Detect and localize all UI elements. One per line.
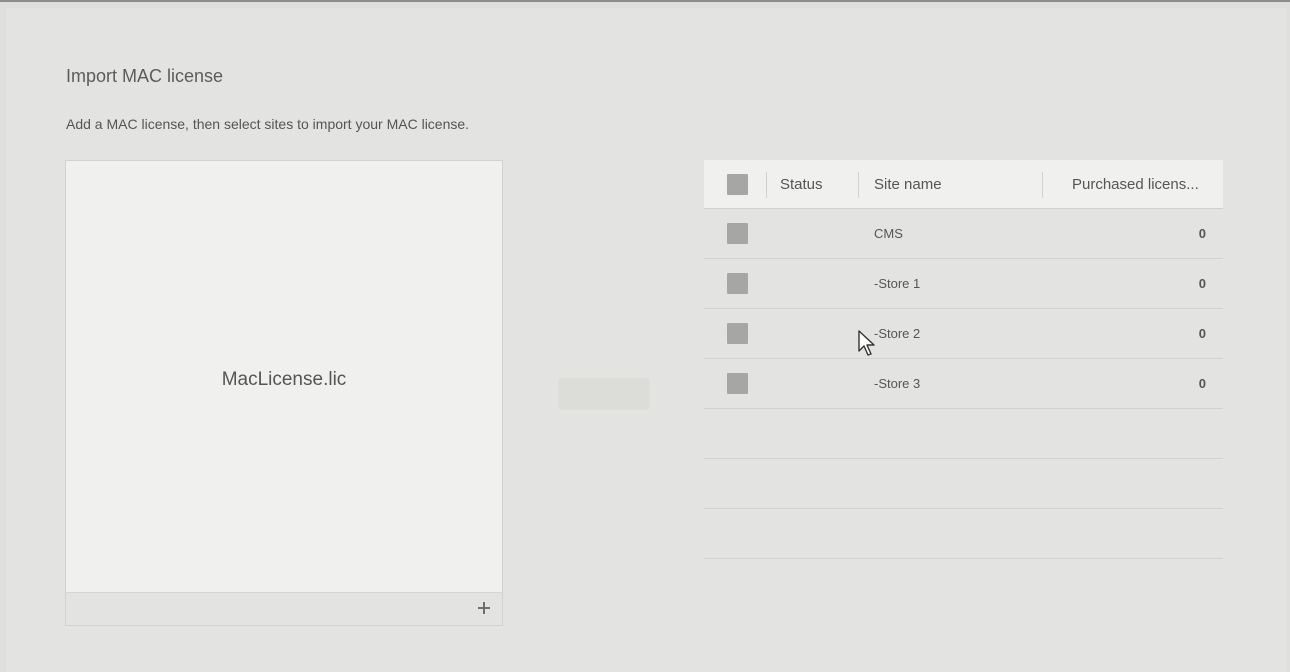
row-checkbox[interactable]	[727, 373, 748, 394]
site-name-cell: -Store 3	[874, 376, 921, 391]
column-header-status[interactable]: Status	[780, 160, 823, 208]
empty-table-row	[704, 459, 1223, 509]
import-arrow-button[interactable]	[559, 378, 649, 408]
mouse-cursor-icon	[858, 330, 875, 356]
sites-table: Status Site name Purchased licens... CMS…	[704, 160, 1223, 559]
site-name-cell: CMS	[874, 226, 903, 241]
empty-table-row	[704, 409, 1223, 459]
column-header-purchased-licenses[interactable]: Purchased licens...	[1072, 160, 1199, 208]
license-panel-footer	[66, 592, 502, 625]
column-divider	[858, 172, 859, 198]
row-checkbox[interactable]	[727, 323, 748, 344]
license-file-name: MacLicense.lic	[221, 369, 347, 390]
site-name-cell: -Store 1	[874, 276, 921, 291]
row-checkbox[interactable]	[727, 223, 748, 244]
select-all-checkbox[interactable]	[727, 174, 748, 195]
column-header-site-name[interactable]: Site name	[874, 160, 942, 208]
window-top-border	[0, 0, 1290, 2]
column-divider	[1042, 172, 1043, 198]
row-checkbox[interactable]	[727, 273, 748, 294]
purchased-licenses-cell: 0	[1198, 276, 1206, 291]
empty-table-row	[704, 509, 1223, 559]
plus-icon[interactable]	[474, 598, 494, 618]
purchased-licenses-cell: 0	[1198, 376, 1206, 391]
column-divider	[766, 172, 767, 198]
table-row[interactable]: -Store 3 0	[704, 359, 1223, 409]
license-drop-area[interactable]: MacLicense.lic	[65, 160, 503, 626]
page-subtitle: Add a MAC license, then select sites to …	[66, 116, 470, 132]
purchased-licenses-cell: 0	[1198, 326, 1206, 341]
purchased-licenses-cell: 0	[1198, 226, 1206, 241]
table-row[interactable]: CMS 0	[704, 209, 1223, 259]
site-name-cell: -Store 2	[874, 326, 921, 341]
table-row[interactable]: -Store 1 0	[704, 259, 1223, 309]
page-title: Import MAC license	[66, 66, 224, 86]
table-row[interactable]: -Store 2 0	[704, 309, 1223, 359]
table-header: Status Site name Purchased licens...	[704, 160, 1223, 209]
